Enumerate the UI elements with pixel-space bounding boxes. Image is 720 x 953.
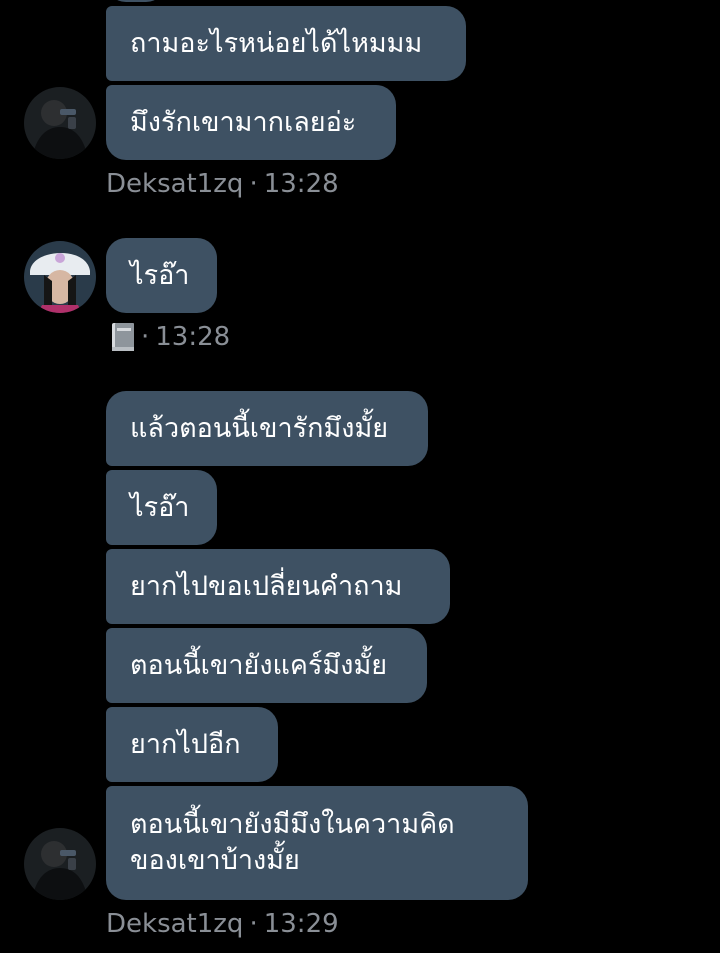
message-text: ไรอ๊า bbox=[130, 491, 190, 523]
message-bubble-partial[interactable] bbox=[106, 0, 166, 2]
message-bubble[interactable]: ตอนนี้เขายังมีมึงในความคิด ของเขาบ้างมั้… bbox=[106, 786, 528, 900]
message-text: แล้วตอนนี้เขารักมึงมั้ย bbox=[130, 412, 389, 444]
message-text: ตอนนี้เขายังแคร์มึงมั้ย bbox=[130, 649, 388, 681]
message-bubble[interactable]: แล้วตอนนี้เขารักมึงมั้ย bbox=[106, 391, 428, 466]
message-time: 13:28 bbox=[263, 169, 339, 199]
message-text: ถามอะไรหน่อยได้ไหมมม bbox=[130, 27, 423, 59]
sender-name: Deksat1zq bbox=[106, 909, 244, 939]
avatar[interactable] bbox=[24, 241, 96, 313]
message-text: ไรอ๊า bbox=[130, 259, 190, 291]
message-text-line: ตอนนี้เขายังมีมึงในความคิด bbox=[130, 809, 455, 840]
message-text-line: ของเขาบ้างมั้ย bbox=[130, 845, 300, 876]
avatar[interactable] bbox=[24, 828, 96, 900]
meta-separator: · bbox=[249, 909, 258, 939]
message-bubble[interactable]: ตอนนี้เขายังแคร์มึงมั้ย bbox=[106, 628, 427, 703]
message-bubble[interactable]: ยากไปขอเปลี่ยนคำถาม bbox=[106, 549, 450, 624]
message-meta: Deksat1zq · 13:29 bbox=[106, 909, 339, 939]
message-bubble[interactable]: ไรอ๊า bbox=[106, 238, 217, 313]
message-text: มึงรักเขามากเลยอ่ะ bbox=[130, 106, 357, 138]
message-text: ยากไปขอเปลี่ยนคำถาม bbox=[130, 570, 403, 602]
avatar[interactable] bbox=[24, 87, 96, 159]
message-bubble[interactable]: มึงรักเขามากเลยอ่ะ bbox=[106, 85, 396, 160]
message-time: 13:29 bbox=[263, 909, 339, 939]
message-text: ยากไปอีก bbox=[130, 728, 241, 760]
meta-separator: · bbox=[249, 169, 258, 199]
message-meta: Deksat1zq · 13:28 bbox=[106, 169, 339, 199]
sender-name: Deksat1zq bbox=[106, 169, 244, 199]
message-meta: · 13:28 bbox=[106, 322, 230, 352]
message-time: 13:28 bbox=[155, 322, 231, 352]
book-icon bbox=[111, 322, 135, 352]
message-bubble[interactable]: ยากไปอีก bbox=[106, 707, 278, 782]
message-bubble[interactable]: ไรอ๊า bbox=[106, 470, 217, 545]
message-bubble[interactable]: ถามอะไรหน่อยได้ไหมมม bbox=[106, 6, 466, 81]
meta-separator: · bbox=[141, 322, 150, 352]
